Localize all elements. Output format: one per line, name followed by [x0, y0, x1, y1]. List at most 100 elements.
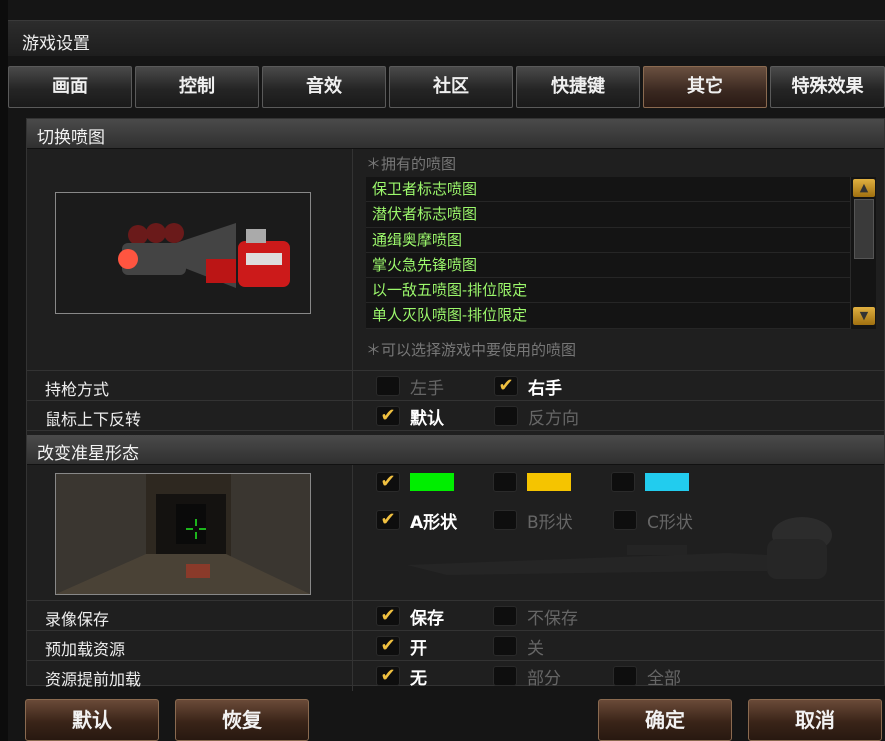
- preload-on-option[interactable]: ✔ 开: [376, 631, 427, 661]
- spray-list-item[interactable]: 单人灭队喷图-排位限定: [366, 303, 850, 329]
- record-save-option[interactable]: ✔ 保存: [376, 601, 444, 631]
- settings-panel: 切换喷图 ＊拥有的喷图 保卫者标志喷图 潜伏者标志喷图 通缉奥摩喷图 掌火急先锋…: [26, 118, 885, 691]
- shape-c-option[interactable]: C形状: [613, 505, 693, 535]
- spray-section-header: 切换喷图: [27, 119, 884, 149]
- restore-button[interactable]: 恢复: [175, 699, 309, 741]
- mouse-invert-label: 鼠标上下反转: [45, 410, 142, 429]
- checkbox-checked[interactable]: ✔: [376, 406, 400, 426]
- settings-window: 游戏设置 画面 控制 音效 社区 快捷键 其它 特殊效果 切换喷图 ＊拥有的喷图…: [8, 0, 885, 741]
- early-load-all-option[interactable]: 全部: [613, 661, 681, 691]
- preload-row: 预加载资源 ✔ 开 关: [27, 631, 884, 661]
- grip-label: 持枪方式: [45, 380, 110, 399]
- grip-left-label: 左手: [410, 378, 444, 399]
- color-yellow-option[interactable]: [493, 467, 571, 497]
- checkbox-checked[interactable]: ✔: [376, 510, 400, 530]
- divider: [352, 631, 353, 660]
- cyan-swatch: [645, 473, 689, 491]
- shape-c-label: C形状: [647, 512, 693, 533]
- default-button[interactable]: 默认: [25, 699, 159, 741]
- shape-a-option[interactable]: ✔ A形状: [376, 505, 457, 535]
- spray-preview-image: [55, 192, 311, 314]
- preload-label: 预加载资源: [45, 640, 126, 659]
- preload-on-label: 开: [410, 638, 427, 659]
- spray-list[interactable]: 保卫者标志喷图 潜伏者标志喷图 通缉奥摩喷图 掌火急先锋喷图 以一敌五喷图-排位…: [366, 177, 850, 329]
- checkbox-checked[interactable]: ✔: [376, 666, 400, 686]
- grip-right-option[interactable]: ✔ 右手: [494, 371, 562, 401]
- owned-sprays-hint: ＊拥有的喷图: [366, 155, 457, 173]
- tab-bar: 画面 控制 音效 社区 快捷键 其它 特殊效果: [8, 66, 885, 108]
- checkbox[interactable]: [493, 606, 517, 626]
- record-nosave-option[interactable]: 不保存: [493, 601, 578, 631]
- mouse-invert-row: 鼠标上下反转 ✔ 默认 反方向: [27, 401, 884, 431]
- yellow-swatch: [527, 473, 571, 491]
- preload-off-option[interactable]: 关: [493, 631, 544, 661]
- checkbox[interactable]: [494, 406, 518, 426]
- spray-list-item[interactable]: 保卫者标志喷图: [366, 177, 850, 203]
- shape-b-option[interactable]: B形状: [493, 505, 573, 535]
- checkbox[interactable]: [493, 666, 517, 686]
- tab-hotkeys[interactable]: 快捷键: [516, 66, 640, 108]
- scroll-thumb[interactable]: [854, 199, 874, 259]
- divider: [352, 149, 353, 370]
- divider: [352, 465, 353, 600]
- spray-list-item[interactable]: 潜伏者标志喷图: [366, 202, 850, 228]
- cancel-button[interactable]: 取消: [748, 699, 882, 741]
- early-load-none-label: 无: [410, 668, 427, 689]
- tab-controls[interactable]: 控制: [135, 66, 259, 108]
- color-green-option[interactable]: ✔: [376, 467, 454, 497]
- checkbox-checked[interactable]: ✔: [376, 636, 400, 656]
- divider: [352, 661, 353, 691]
- shape-a-label: A形状: [410, 512, 458, 533]
- early-load-row: 资源提前加载 ✔ 无 部分 全部: [27, 661, 884, 691]
- early-load-partial-option[interactable]: 部分: [493, 661, 561, 691]
- grip-row: 持枪方式 左手 ✔ 右手: [27, 371, 884, 401]
- checkbox[interactable]: [493, 636, 517, 656]
- scroll-up-icon[interactable]: ▲: [853, 179, 875, 197]
- select-spray-hint: ＊可以选择游戏中要使用的喷图: [366, 341, 577, 359]
- confirm-button[interactable]: 确定: [598, 699, 732, 741]
- crosshair-section-header: 改变准星形态: [27, 435, 884, 465]
- preload-off-label: 关: [527, 638, 544, 659]
- tab-sound[interactable]: 音效: [262, 66, 386, 108]
- spray-list-item[interactable]: 掌火急先锋喷图: [366, 253, 850, 279]
- early-load-partial-label: 部分: [527, 668, 561, 689]
- title-bar: 游戏设置: [8, 20, 885, 56]
- checkbox[interactable]: [611, 472, 635, 492]
- divider: [352, 371, 353, 400]
- checkbox[interactable]: [613, 510, 637, 530]
- crosshair-row: ✔ ✔ A形状 B形状 C形状: [27, 465, 884, 601]
- grip-right-label: 右手: [528, 378, 562, 399]
- spray-scrollbar[interactable]: ▲ ▼: [850, 177, 876, 329]
- checkbox-checked[interactable]: ✔: [376, 472, 400, 492]
- crosshair-preview-image: [55, 473, 311, 595]
- checkbox-checked[interactable]: ✔: [494, 376, 518, 396]
- tab-other[interactable]: 其它: [643, 66, 767, 108]
- mouse-reverse-label: 反方向: [528, 408, 579, 429]
- record-row: 录像保存 ✔ 保存 不保存: [27, 601, 884, 631]
- spray-list-item[interactable]: 通缉奥摩喷图: [366, 228, 850, 253]
- mouse-reverse-option[interactable]: 反方向: [494, 401, 579, 431]
- mouse-default-label: 默认: [410, 408, 444, 429]
- early-load-none-option[interactable]: ✔ 无: [376, 661, 427, 691]
- early-load-all-label: 全部: [647, 668, 681, 689]
- tab-community[interactable]: 社区: [389, 66, 513, 108]
- spray-row: ＊拥有的喷图 保卫者标志喷图 潜伏者标志喷图 通缉奥摩喷图 掌火急先锋喷图 以一…: [27, 149, 884, 371]
- divider: [352, 401, 353, 430]
- color-cyan-option[interactable]: [611, 467, 689, 497]
- record-nosave-label: 不保存: [527, 608, 578, 629]
- record-save-label: 保存: [410, 608, 444, 629]
- checkbox[interactable]: [613, 666, 637, 686]
- spray-section-title: 切换喷图: [37, 128, 105, 148]
- mouse-default-option[interactable]: ✔ 默认: [376, 401, 444, 431]
- checkbox[interactable]: [493, 472, 517, 492]
- record-label: 录像保存: [45, 610, 110, 629]
- checkbox[interactable]: [376, 376, 400, 396]
- checkbox[interactable]: [493, 510, 517, 530]
- grip-left-option[interactable]: 左手: [376, 371, 444, 401]
- tab-special-effects[interactable]: 特殊效果: [770, 66, 885, 108]
- tab-graphics[interactable]: 画面: [8, 66, 132, 108]
- spray-list-item[interactable]: 以一敌五喷图-排位限定: [366, 278, 850, 304]
- checkbox-checked[interactable]: ✔: [376, 606, 400, 626]
- divider: [352, 601, 353, 630]
- scroll-down-icon[interactable]: ▼: [853, 307, 875, 325]
